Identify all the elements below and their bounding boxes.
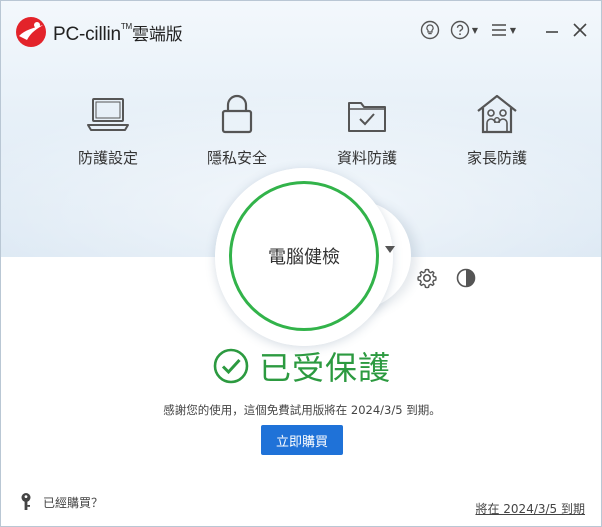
buy-now-button[interactable]: 立即購買 xyxy=(261,425,343,455)
feature-privacy[interactable]: 隱私安全 xyxy=(177,91,297,168)
already-bought-link[interactable]: 已經購買？ xyxy=(19,492,103,512)
trademark: TM xyxy=(120,22,133,31)
scan-button[interactable]: 電腦健檢 xyxy=(229,181,379,331)
feature-label: 資料防護 xyxy=(336,149,397,167)
status-text: 已受保護 xyxy=(258,349,391,387)
report-pie-chart-icon[interactable] xyxy=(455,267,477,289)
chevron-down-icon: ▼ xyxy=(509,25,517,35)
help-icon xyxy=(450,20,470,40)
feature-label: 家長防護 xyxy=(466,149,527,167)
minimize-icon xyxy=(546,31,558,33)
chevron-down-icon: ▼ xyxy=(471,25,479,35)
protection-status: 已受保護 xyxy=(1,343,601,389)
expiry-link[interactable]: 將在 2024/3/5 到期 xyxy=(475,500,585,517)
close-icon xyxy=(573,23,587,37)
already-bought-label: 已經購買？ xyxy=(43,495,104,510)
menu-button[interactable]: ▼ xyxy=(487,17,519,43)
help-button[interactable]: ▼ xyxy=(448,17,480,43)
app-title: PC-cillinTM雲端版 xyxy=(53,20,183,46)
feature-data-protection[interactable]: 資料防護 xyxy=(307,91,427,168)
feature-label: 防護設定 xyxy=(77,149,138,167)
scan-dropdown-icon[interactable] xyxy=(385,246,395,253)
close-button[interactable] xyxy=(569,17,591,43)
key-icon xyxy=(21,493,31,510)
family-home-icon xyxy=(477,94,517,134)
menu-icon xyxy=(491,24,506,36)
feature-protection-settings[interactable]: 防護設定 xyxy=(48,91,168,168)
feature-label: 隱私安全 xyxy=(206,149,267,167)
laptop-icon xyxy=(87,98,129,131)
check-circle-icon xyxy=(213,348,249,384)
trial-note: 感謝您的使用，這個免費試用版將在 2024/3/5 到期。 xyxy=(163,403,441,417)
scan-label: 電腦健檢 xyxy=(268,247,340,268)
gear-icon[interactable] xyxy=(416,267,438,289)
lock-icon xyxy=(221,94,253,134)
tips-button[interactable] xyxy=(419,17,441,43)
lightbulb-icon xyxy=(420,20,440,40)
brand-name: PC-cillin xyxy=(53,24,121,45)
trend-micro-logo-icon xyxy=(16,17,46,47)
app-window: PC-cillinTM雲端版 ▼ ▼ 防護設定 隱私安全 資料防護 家長防護 電… xyxy=(0,0,602,527)
minimize-button[interactable] xyxy=(541,17,563,43)
folder-check-icon xyxy=(348,102,386,132)
feature-parental-controls[interactable]: 家長防護 xyxy=(437,91,557,168)
edition-name: 雲端版 xyxy=(132,25,183,44)
